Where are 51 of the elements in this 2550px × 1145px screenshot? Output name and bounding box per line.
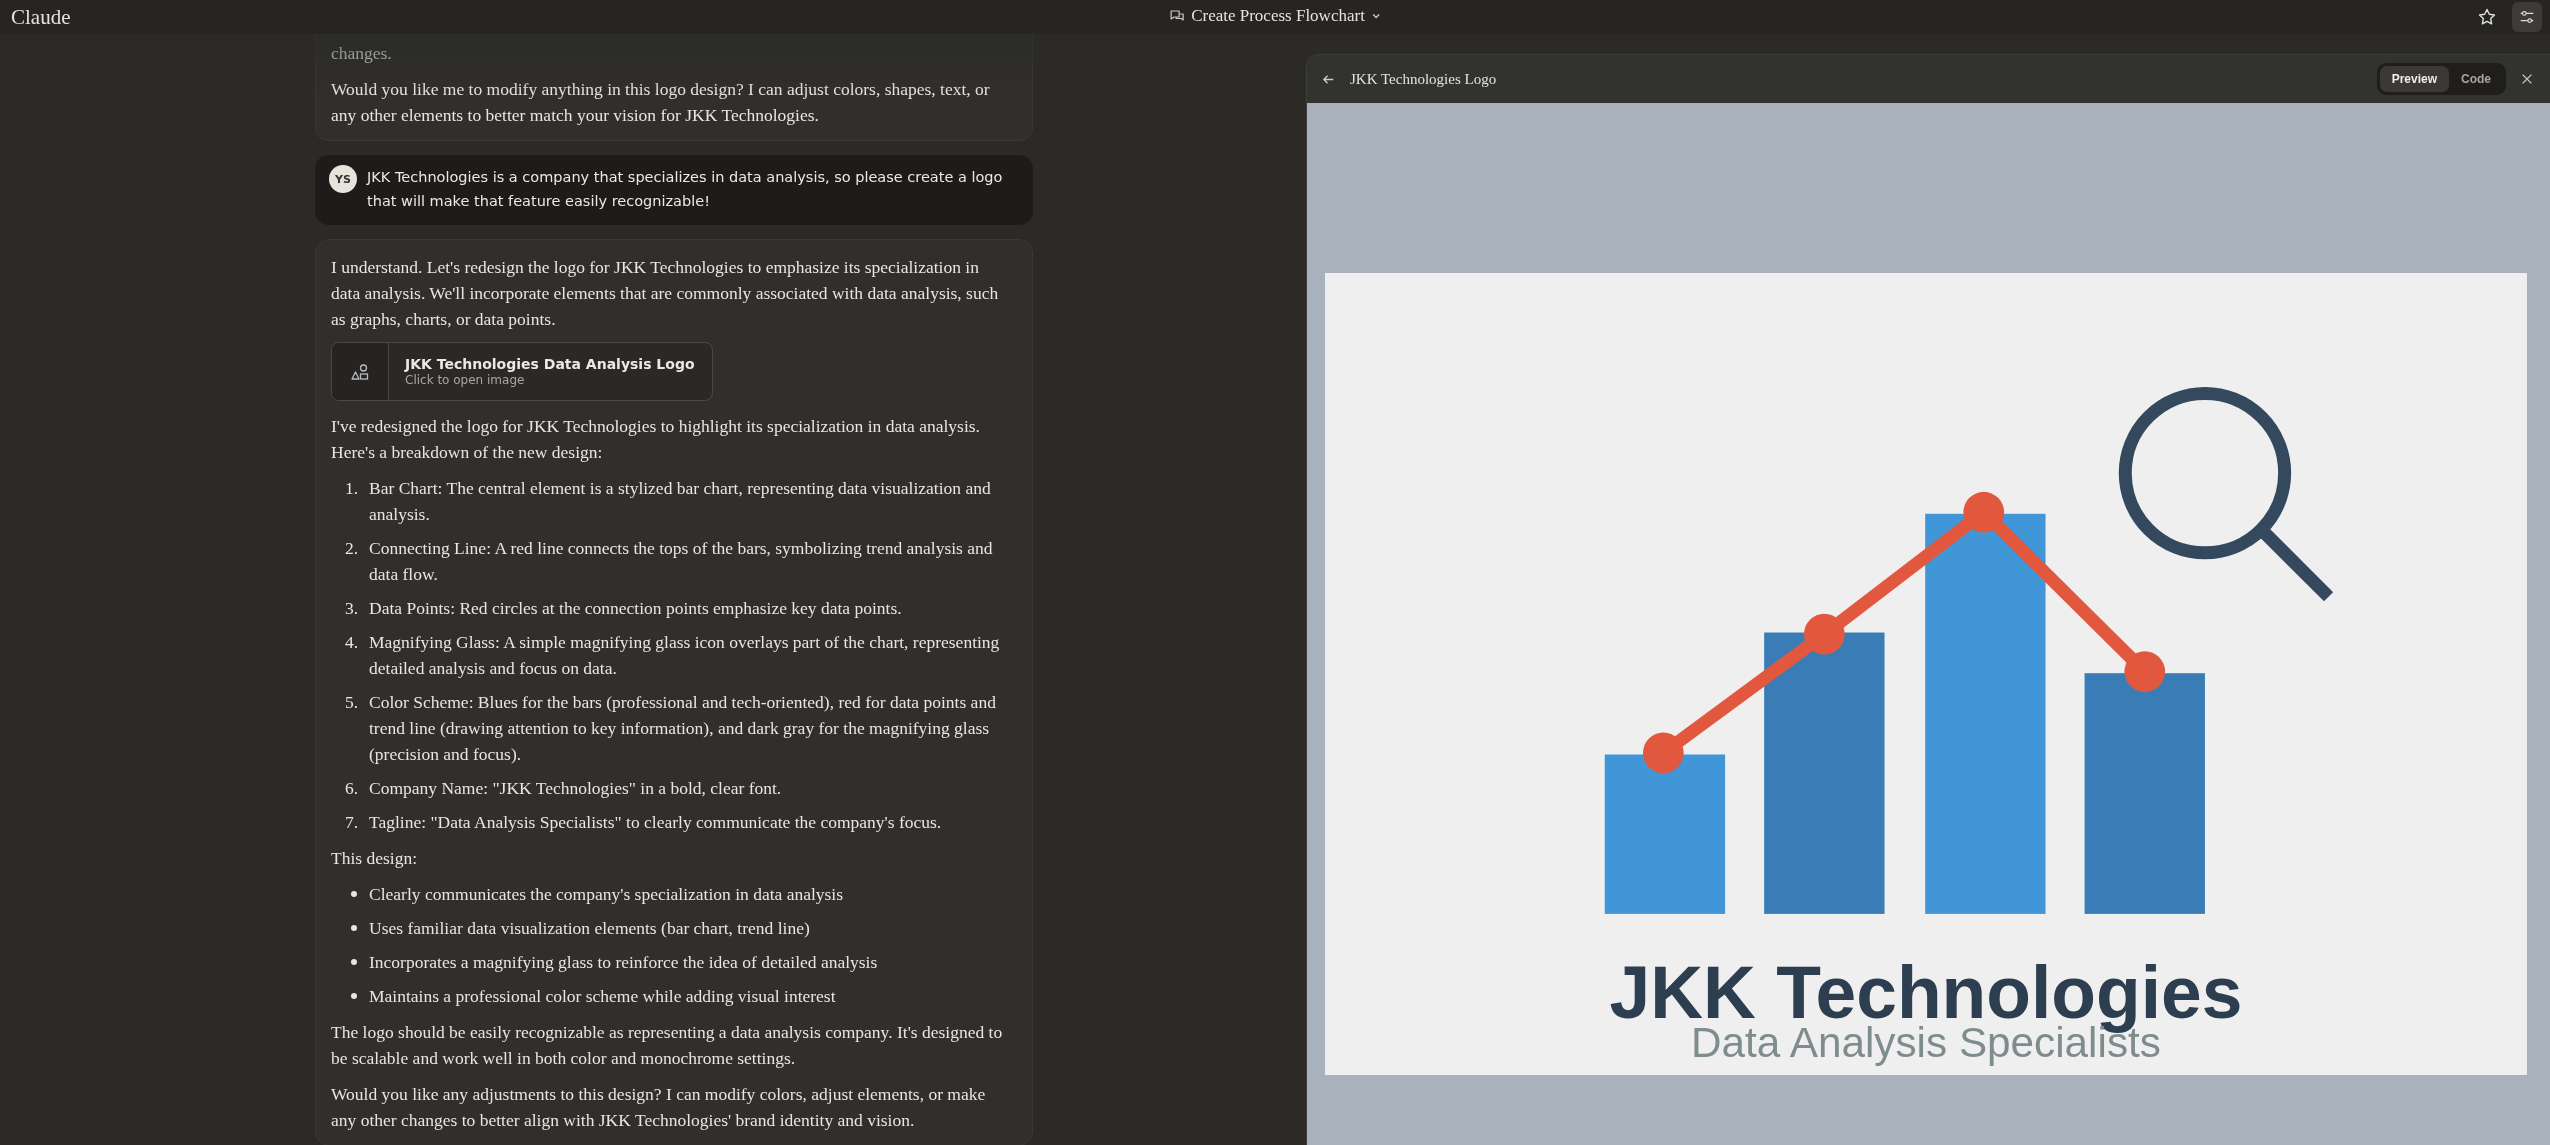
settings-button[interactable] xyxy=(2512,2,2542,32)
list-number: 2. xyxy=(345,537,360,560)
chevron-down-icon xyxy=(1370,11,1381,21)
view-tab[interactable]: Preview xyxy=(2379,66,2449,92)
message-paragraph: changes. xyxy=(331,42,393,65)
bullet-icon xyxy=(351,959,357,965)
message-paragraph: This design: xyxy=(331,847,419,870)
list-item-text: Uses familiar data visualization elements (bar chart, trend line) xyxy=(369,917,810,940)
list-number: 1. xyxy=(345,477,360,500)
message-paragraph: I've redesigned the logo for JKK Technologies to highlight its specialization in data analysis. Here's a breakdown of the new design: xyxy=(331,415,981,464)
list-item-text: Tagline: "Data Analysis Specialists" to clearly communicate the company's focus. xyxy=(369,811,942,834)
chat-bubbles-icon xyxy=(1169,8,1186,24)
settings-icon xyxy=(2518,8,2536,26)
magnifying-glass-icon xyxy=(2118,386,2334,602)
star-icon xyxy=(2477,7,2497,27)
list-number: 7. xyxy=(345,811,360,834)
data-point xyxy=(2124,651,2166,692)
data-point xyxy=(1963,491,2005,533)
close-icon xyxy=(2520,72,2534,86)
app-name[interactable]: Claude xyxy=(11,4,71,30)
list-item-text: Clearly communicates the company's specialization in data analysis xyxy=(369,883,844,906)
list-item-text: Magnifying Glass: A simple magnifying glass icon overlays part of the chart, representing detailed analysis and focus on data. xyxy=(369,631,1001,680)
shapes-icon xyxy=(350,361,370,382)
bullet-icon xyxy=(351,891,357,897)
message-paragraph: I understand. Let's redesign the logo for JKK Technologies to emphasize its specialization in data analysis. We'll incorporate elements that are commonly associated with data analysis, such as graphs, charts, or data points. xyxy=(331,256,1000,331)
message-paragraph: Would you like me to modify anything in this logo design? I can adjust colors, shapes, text, or any other elements to better match your vision for JKK Technologies. xyxy=(331,78,991,127)
list-item-text: Maintains a professional color scheme while adding visual interest xyxy=(369,985,836,1008)
message-paragraph: Would you like any adjustments to this design? I can modify colors, adjust elements, or make any other changes to better align with JKK Technologies' brand identity and vision. xyxy=(331,1083,987,1132)
list-number: 5. xyxy=(345,691,360,714)
artifact-title: JKK Technologies Data Analysis Logo xyxy=(405,356,695,372)
list-number: 4. xyxy=(345,631,360,654)
bullet-icon xyxy=(351,925,357,931)
list-item-text: Connecting Line: A red line connects the tops of the bars, symbolizing trend analysis and data flow. xyxy=(369,537,994,586)
list-number: 6. xyxy=(345,777,360,800)
list-item-text: Incorporates a magnifying glass to reinforce the idea of detailed analysis xyxy=(369,951,878,974)
user-message-text: JKK Technologies is a company that specializes in data analysis, so please create a logo that will make that feature easily recognizable! xyxy=(367,168,1004,211)
artifact-subtitle: Click to open image xyxy=(405,373,526,387)
bullet-icon xyxy=(351,993,357,999)
list-item-text: Color Scheme: Blues for the bars (professional and tech-oriented), red for data points and trend line (drawing attention to key information), and dark gray for the magnifying glass (precision and focus). xyxy=(369,691,997,766)
data-point xyxy=(1804,613,1845,655)
panel-title: JKK Technologies Logo xyxy=(1350,70,1497,88)
list-number: 3. xyxy=(345,597,360,620)
user-avatar: YS xyxy=(329,165,357,193)
message-paragraph: The logo should be easily recognizable as representing a data analysis company. It's designed to be scalable and work well in both color and monochrome settings. xyxy=(331,1021,1004,1070)
list-item-text: Bar Chart: The central element is a stylized bar chart, representing data visualization and analysis. xyxy=(369,477,992,526)
artifact-card[interactable]: JKK Technologies Data Analysis Logo Click to open image xyxy=(331,342,713,401)
list-item-text: Company Name: "JKK Technologies" in a bold, clear font. xyxy=(369,777,782,800)
chat-title-button[interactable]: Create Process Flowchart xyxy=(1163,2,1387,30)
data-point xyxy=(1643,732,1684,774)
view-tab[interactable]: Code xyxy=(2449,66,2503,92)
list-item-text: Data Points: Red circles at the connection points emphasize key data points. xyxy=(369,597,902,620)
